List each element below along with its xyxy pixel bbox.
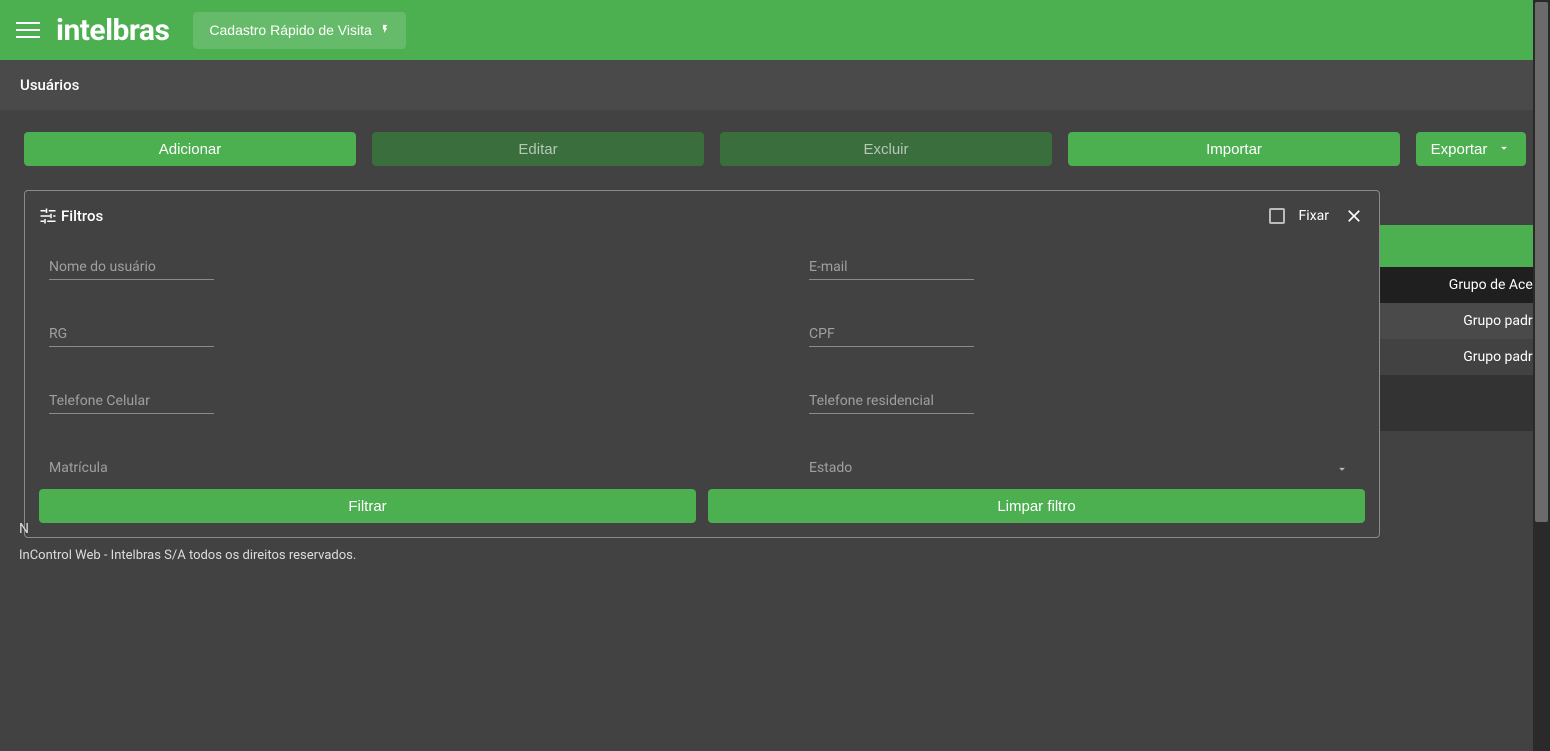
filters-panel: Filtros Fixar Nome do usuário E-mail RG [24,190,1380,538]
filters-body[interactable]: Nome do usuário E-mail RG CPF Telefone C… [39,247,1365,477]
cell-group-value: Grupo padrã [1463,349,1540,365]
rg-field[interactable]: RG [49,326,214,347]
bolt-icon [380,22,390,39]
filters-header-right: Fixar [1269,205,1365,227]
scrollbar-thumb[interactable] [1535,2,1548,522]
delete-button[interactable]: Excluir [720,132,1052,166]
close-icon[interactable] [1343,205,1365,227]
clear-filter-button[interactable]: Limpar filtro [708,489,1365,523]
filter-button[interactable]: Filtrar [39,489,696,523]
filters-grid: Nome do usuário E-mail RG CPF Telefone C… [39,247,1359,477]
filters-title-label: Filtros [61,207,103,225]
chevron-down-icon [1335,462,1349,477]
username-label: Nome do usuário [49,259,214,279]
tune-icon [39,207,57,225]
pin-label: Fixar [1299,208,1329,224]
rg-label: RG [49,326,214,346]
state-select[interactable]: Estado [809,460,1349,477]
email-field[interactable]: E-mail [809,259,974,280]
homephone-field[interactable]: Telefone residencial [809,393,974,414]
top-bar: intelbras Cadastro Rápido de Visita [0,0,1550,60]
actions-row: Adicionar Editar Excluir Importar Export… [0,110,1550,178]
filters-header: Filtros Fixar [39,205,1365,227]
edit-button[interactable]: Editar [372,132,704,166]
pagination-fragment: N [19,521,29,537]
cellphone-label: Telefone Celular [49,393,214,413]
cpf-label: CPF [809,326,974,346]
import-button[interactable]: Importar [1068,132,1400,166]
filters-title: Filtros [39,207,103,225]
export-button[interactable]: Exportar [1416,132,1526,166]
registration-label: Matrícula [49,460,214,477]
cellphone-field[interactable]: Telefone Celular [49,393,214,414]
chevron-down-icon [1497,141,1511,158]
menu-icon[interactable] [16,18,40,42]
column-group-header: Grupo de Aces [1449,277,1540,293]
brand-logo: intelbras [56,13,169,48]
page-title: Usuários [0,60,1550,110]
state-label: Estado [809,460,1349,477]
email-label: E-mail [809,259,974,279]
export-label: Exportar [1431,141,1488,158]
quick-visit-label: Cadastro Rápido de Visita [209,22,371,38]
quick-visit-button[interactable]: Cadastro Rápido de Visita [193,12,405,49]
add-button[interactable]: Adicionar [24,132,356,166]
cell-group-value: Grupo padrã [1463,313,1540,329]
footer-text: InControl Web - Intelbras S/A todos os d… [19,548,356,563]
pin-checkbox[interactable] [1269,208,1285,224]
homephone-label: Telefone residencial [809,393,974,413]
cpf-field[interactable]: CPF [809,326,974,347]
registration-field[interactable]: Matrícula [49,460,214,477]
username-field[interactable]: Nome do usuário [49,259,214,280]
filters-actions: Filtrar Limpar filtro [39,489,1365,523]
